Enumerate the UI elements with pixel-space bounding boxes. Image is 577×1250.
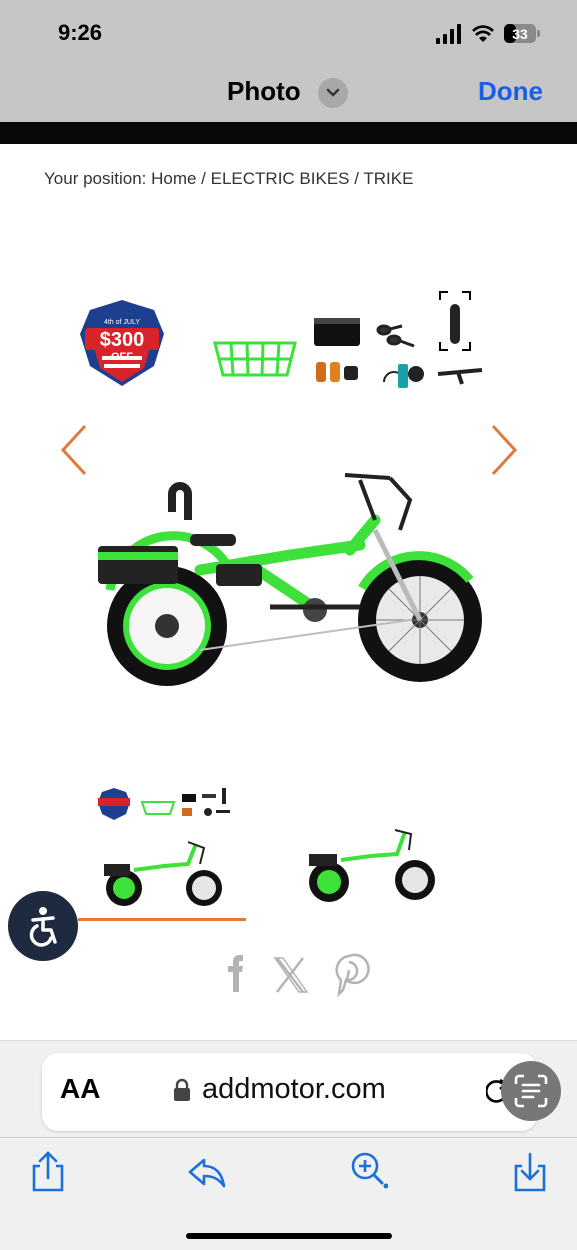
- accessories-banner: 4th of JULY $300 OFF: [80, 291, 483, 388]
- seat-back: [168, 482, 192, 520]
- active-thumbnail-indicator: [78, 918, 246, 921]
- x-icon[interactable]: [273, 957, 309, 993]
- breadcrumb[interactable]: Your position: Home / ELECTRIC BIKES / T…: [44, 169, 413, 189]
- reply-icon[interactable]: [186, 1150, 226, 1194]
- live-text-button[interactable]: [501, 1061, 561, 1121]
- home-indicator: [186, 1233, 392, 1239]
- promo-badge-line1: 4th of JULY: [104, 319, 140, 326]
- title-menu-button[interactable]: [318, 78, 348, 108]
- lock-icon: [174, 1078, 190, 1101]
- photo-viewer-header: 9:26 33 Photo Done: [0, 0, 577, 122]
- toolbar-separator: [0, 1137, 577, 1138]
- social-share-row: [228, 953, 370, 998]
- accessory-grid: [314, 291, 483, 388]
- thumb1-bike: [104, 841, 222, 906]
- promo-badge-suffix: OFF: [111, 351, 133, 363]
- frame: [194, 514, 381, 611]
- accessibility-button[interactable]: [8, 891, 78, 961]
- chevron-down-icon: [326, 88, 340, 97]
- page-settings-button[interactable]: AA: [60, 1073, 100, 1105]
- url-text[interactable]: addmotor.com: [202, 1073, 386, 1106]
- download-icon[interactable]: [510, 1150, 550, 1194]
- thumbnail-1[interactable]: [90, 780, 240, 915]
- promo-badge-amount: $300: [100, 329, 145, 351]
- thumb1-banner: [98, 788, 230, 820]
- share-icon[interactable]: [28, 1150, 68, 1194]
- status-time: 9:26: [58, 20, 103, 45]
- crank: [303, 598, 327, 622]
- signal-icon: [436, 24, 461, 44]
- thumbnail-2[interactable]: [305, 820, 445, 910]
- photo-title: Photo: [227, 76, 301, 106]
- battery-icon: 33: [504, 24, 540, 43]
- rear-basket: [98, 546, 178, 584]
- divider-bar: [0, 122, 577, 144]
- seat: [190, 534, 236, 546]
- accessibility-icon: [29, 907, 57, 947]
- trike-main-image: [98, 473, 482, 686]
- basket-accessory: [213, 341, 297, 377]
- promo-badge: 4th of JULY $300 OFF: [80, 300, 164, 386]
- zoom-icon[interactable]: [348, 1150, 388, 1194]
- wifi-icon: [472, 25, 494, 42]
- pinterest-icon[interactable]: [335, 953, 370, 998]
- facebook-icon[interactable]: [228, 955, 243, 992]
- previous-image-arrow[interactable]: [55, 420, 95, 480]
- live-text-icon: [514, 1074, 548, 1108]
- battery-level: 33: [512, 26, 528, 42]
- status-icons: 33: [436, 24, 540, 44]
- done-button[interactable]: Done: [478, 76, 543, 107]
- battery: [216, 564, 262, 586]
